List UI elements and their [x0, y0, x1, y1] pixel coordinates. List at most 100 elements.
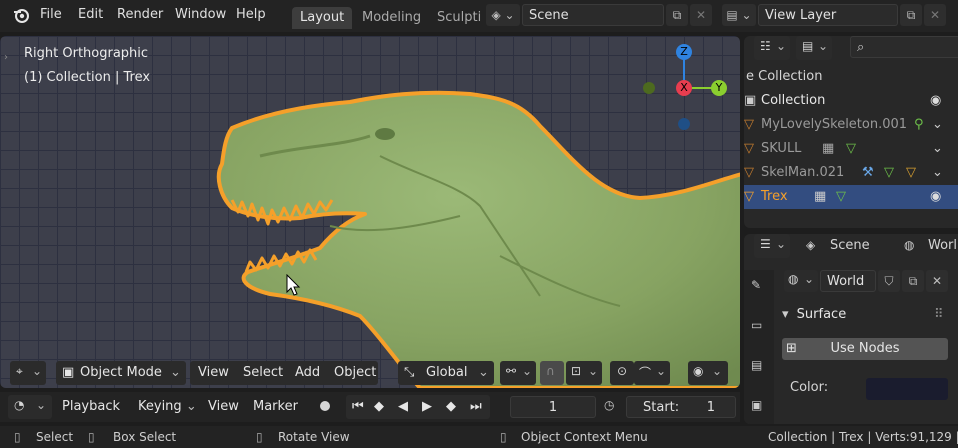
- play-button[interactable]: ▶: [422, 395, 432, 419]
- properties-tab-strip: ✎ ▭ ▤ ▣: [744, 270, 774, 424]
- outliner-row-mylovelyskeleton[interactable]: ▽ MyLovelySkeleton.001 ⚲ ⌄: [744, 113, 958, 137]
- view-layer-new-button[interactable]: ⧉: [900, 4, 922, 26]
- shield-icon: ⛉: [884, 274, 894, 288]
- blender-logo-icon[interactable]: [12, 6, 30, 24]
- fake-user-button[interactable]: ⛉: [878, 270, 900, 292]
- mouse-left-icon: ▯: [14, 430, 21, 444]
- axis-y-icon[interactable]: Y: [711, 80, 727, 96]
- object-mode-dropdown[interactable]: ▣ Object Mode ⌄: [56, 361, 186, 385]
- view-layer-tab-icon[interactable]: ▣: [751, 398, 762, 412]
- tab-sculpting[interactable]: Sculpti: [429, 7, 485, 29]
- axis-z-icon[interactable]: Z: [676, 44, 692, 60]
- scene-browse-button[interactable]: ◈ ⌄: [486, 4, 520, 26]
- tab-modeling[interactable]: Modeling: [354, 7, 429, 29]
- outliner-editor-type-button[interactable]: ☷ ⌄: [754, 36, 790, 60]
- menu-add[interactable]: Add: [295, 361, 320, 385]
- chevron-down-icon: ⌄: [588, 364, 599, 378]
- proportional-edit-toggle[interactable]: ⊙: [610, 361, 634, 385]
- world-color-swatch[interactable]: [866, 378, 948, 400]
- record-button[interactable]: [320, 401, 330, 411]
- world-name-field[interactable]: World: [820, 270, 876, 292]
- modifier-icon: ▦: [814, 189, 827, 204]
- world-unlink-button[interactable]: ✕: [926, 270, 948, 292]
- chevron-down-icon: ▾: [782, 307, 789, 322]
- use-preview-range-icon[interactable]: ◷: [604, 398, 614, 412]
- proportional-falloff-dropdown[interactable]: ⌒ ⌄: [634, 361, 670, 385]
- chevron-down-icon: ⌄: [776, 39, 787, 53]
- current-frame-field[interactable]: 1: [510, 396, 596, 418]
- menu-edit[interactable]: Edit: [78, 0, 103, 30]
- outliner-scene-collection-row[interactable]: e Collection: [744, 65, 958, 89]
- playback-dropdown[interactable]: Playback ⌄: [58, 395, 130, 438]
- drag-handle-icon[interactable]: ⠿: [934, 304, 944, 326]
- outliner-row-skull[interactable]: ▽ SKULL ▦ ▽ ⌄: [744, 137, 958, 161]
- properties-icon: ☰: [760, 237, 771, 251]
- scene-new-button[interactable]: ⧉: [666, 4, 688, 26]
- chevron-down-icon[interactable]: ⌄: [932, 161, 943, 185]
- menu-help[interactable]: Help: [236, 0, 266, 30]
- render-tab-icon[interactable]: ▭: [751, 318, 762, 332]
- outliner-row-skelman[interactable]: ▽ SkelMan.021 ⚒ ▽ ▽ ⌄: [744, 161, 958, 185]
- play-reverse-button[interactable]: ◀: [398, 395, 408, 419]
- trex-model[interactable]: [0, 36, 740, 388]
- tab-layout[interactable]: Layout: [292, 7, 353, 29]
- display-mode-dropdown[interactable]: ▤ ⌄: [796, 36, 832, 60]
- eye-icon[interactable]: ◉: [930, 89, 941, 113]
- world-browse-button[interactable]: ◍ ⌄: [784, 270, 818, 292]
- outliner-row-label: SKULL: [761, 141, 802, 156]
- close-icon: ✕: [695, 8, 707, 22]
- axis-x-icon[interactable]: X: [676, 80, 692, 96]
- menu-select[interactable]: Select: [243, 361, 283, 385]
- keying-dropdown[interactable]: Keying ⌄: [134, 395, 198, 419]
- outliner-row-trex[interactable]: ▽ Trex ▦ ▽ ◉: [744, 185, 958, 209]
- menu-render[interactable]: Render: [117, 0, 163, 30]
- surface-panel-label: Surface: [796, 307, 847, 322]
- surface-panel-header[interactable]: ▾ Surface ⠿: [782, 304, 958, 326]
- pivot-point-dropdown[interactable]: ⚯ ⌄: [500, 361, 536, 385]
- chevron-down-icon[interactable]: ⌄: [932, 137, 943, 161]
- outliner-row-collection[interactable]: ▣ Collection ◉: [744, 89, 958, 113]
- outliner-search-input[interactable]: ⌕: [850, 36, 958, 58]
- outliner-panel: ☷ ⌄ ▤ ⌄ ⌕ e Collection ▣ Collection ◉ ▽ …: [744, 36, 958, 228]
- prev-keyframe-button[interactable]: ◆: [374, 395, 384, 419]
- view-layer-delete-button[interactable]: ✕: [924, 4, 946, 26]
- next-keyframe-button[interactable]: ◆: [446, 395, 456, 419]
- 3d-viewport[interactable]: Right Orthographic (1) Collection | Trex…: [0, 36, 740, 388]
- chevron-down-icon[interactable]: ⌄: [932, 113, 943, 137]
- editor-type-button[interactable]: ⌖ ⌄: [10, 361, 46, 385]
- world-new-button[interactable]: ⧉: [902, 270, 924, 292]
- chevron-down-icon: ⌄: [741, 8, 752, 22]
- snap-toggle[interactable]: ∩: [540, 361, 564, 385]
- timeline-menu-view[interactable]: View: [208, 395, 239, 419]
- menu-object[interactable]: Object: [334, 361, 376, 385]
- timeline-editor-type-button[interactable]: ◔ ⌄: [8, 395, 52, 419]
- scene-delete-button[interactable]: ✕: [690, 4, 712, 26]
- visibility-dropdown[interactable]: ◉ ⌄: [688, 361, 728, 385]
- scene-icon: ◈: [491, 8, 501, 22]
- output-tab-icon[interactable]: ▤: [751, 358, 762, 372]
- start-frame-field[interactable]: Start: 1: [626, 396, 736, 418]
- play-icon: ▶: [422, 399, 432, 414]
- jump-start-button[interactable]: ⏮: [352, 395, 364, 419]
- eye-icon[interactable]: ◉: [930, 185, 941, 209]
- use-nodes-button[interactable]: ⊞ Use Nodes: [782, 338, 948, 360]
- menu-view[interactable]: View: [198, 361, 229, 385]
- transform-orientation-dropdown[interactable]: ⤡ Global ⌄: [398, 361, 494, 385]
- properties-world-label[interactable]: Worl: [928, 238, 957, 253]
- menu-window[interactable]: Window: [175, 0, 226, 30]
- tool-tab-icon[interactable]: ✎: [751, 278, 761, 292]
- viewport-editor-icon: ⌖: [16, 364, 23, 378]
- properties-scene-label[interactable]: Scene: [830, 238, 870, 253]
- view-layer-icon: ▤: [802, 39, 814, 53]
- snap-target-dropdown[interactable]: ⊡ ⌄: [566, 361, 602, 385]
- jump-end-button[interactable]: ⏭: [470, 395, 482, 419]
- menu-file[interactable]: File: [40, 0, 62, 30]
- properties-editor-type-button[interactable]: ☰ ⌄: [754, 234, 790, 258]
- outliner-row-label: MyLovelySkeleton.001: [761, 117, 908, 132]
- scene-name-field[interactable]: Scene: [522, 4, 664, 26]
- view-layer-browse-button[interactable]: ▤ ⌄: [722, 4, 756, 26]
- timeline-menu-marker[interactable]: Marker: [253, 395, 298, 419]
- view-layer-field[interactable]: View Layer: [758, 4, 898, 26]
- close-icon: ✕: [931, 274, 943, 288]
- status-bar: ▯ Select ▯ Box Select ▯ Rotate View ▯ Ob…: [0, 426, 958, 448]
